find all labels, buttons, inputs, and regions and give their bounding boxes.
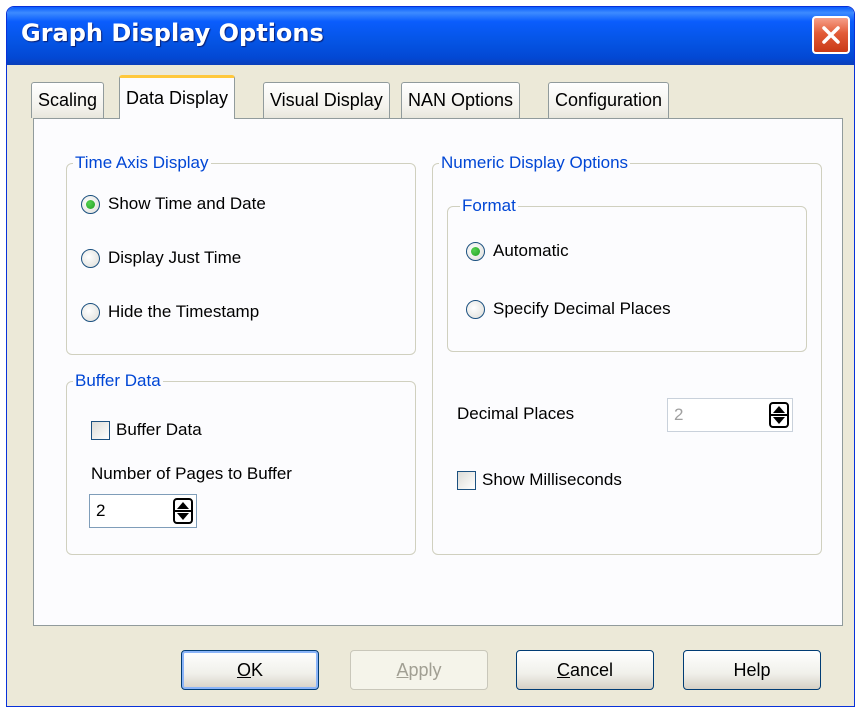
spin-up-icon[interactable] xyxy=(177,502,189,509)
spin-down-icon[interactable] xyxy=(773,417,785,424)
buffer-data-group-title: Buffer Data xyxy=(73,371,163,391)
cancel-button[interactable]: Cancel xyxy=(516,650,654,690)
radio-specify-decimal-places[interactable]: Specify Decimal Places xyxy=(466,299,671,319)
tab-nan-options[interactable]: NAN Options xyxy=(401,82,521,118)
spin-up-icon[interactable] xyxy=(773,406,785,413)
decimal-places-spinner[interactable]: 2 xyxy=(667,398,793,432)
radio-display-just-time[interactable]: Display Just Time xyxy=(81,248,241,268)
radio-button-checked[interactable] xyxy=(81,194,100,214)
tab-panel-data-display: Time Axis Display Show Time and Date Dis… xyxy=(33,118,843,626)
pages-to-buffer-label: Number of Pages to Buffer xyxy=(91,464,292,483)
show-milliseconds-label: Show Milliseconds xyxy=(482,470,622,489)
radio-label: Display Just Time xyxy=(108,248,242,267)
radio-button[interactable] xyxy=(81,248,100,268)
help-button[interactable]: Help xyxy=(683,650,821,690)
pages-to-buffer-spinner[interactable]: 2 xyxy=(89,494,197,528)
decimal-places-value[interactable]: 2 xyxy=(674,405,683,425)
radio-automatic[interactable]: Automatic xyxy=(466,241,569,261)
time-axis-group: Time Axis Display Show Time and Date Dis… xyxy=(66,153,416,355)
tab-configuration[interactable]: Configuration xyxy=(548,82,670,118)
ok-button[interactable]: OK xyxy=(181,650,319,690)
numeric-display-group: Numeric Display Options Format Automatic… xyxy=(432,153,822,555)
spin-arrows-icon[interactable] xyxy=(173,498,193,524)
radio-hide-timestamp[interactable]: Hide the Timestamp xyxy=(81,302,259,322)
dialog-window: Graph Display Options Scaling Data Displ… xyxy=(6,6,855,707)
show-milliseconds-checkbox-row[interactable]: Show Milliseconds xyxy=(457,470,622,490)
buffer-data-checkbox-row[interactable]: Buffer Data xyxy=(91,420,202,440)
tab-scaling[interactable]: Scaling xyxy=(31,82,105,118)
radio-button[interactable] xyxy=(466,299,485,319)
tab-visual-display[interactable]: Visual Display xyxy=(263,82,390,118)
pages-to-buffer-value[interactable]: 2 xyxy=(96,501,105,521)
close-button[interactable] xyxy=(812,16,850,54)
close-icon xyxy=(822,26,840,44)
buffer-data-checkbox-label: Buffer Data xyxy=(116,420,202,439)
radio-button[interactable] xyxy=(81,302,100,322)
radio-show-time-and-date[interactable]: Show Time and Date xyxy=(81,194,266,214)
numeric-display-group-title: Numeric Display Options xyxy=(439,153,631,173)
spin-arrows-icon[interactable] xyxy=(769,402,789,428)
buffer-data-group: Buffer Data Buffer Data Number of Pages … xyxy=(66,371,416,555)
buffer-data-checkbox[interactable] xyxy=(91,420,110,440)
radio-button-checked[interactable] xyxy=(466,241,485,261)
radio-label: Automatic xyxy=(493,241,569,260)
show-milliseconds-checkbox[interactable] xyxy=(457,470,476,490)
window-title: Graph Display Options xyxy=(21,19,324,47)
radio-label: Hide the Timestamp xyxy=(108,302,260,321)
format-group-title: Format xyxy=(460,196,518,216)
format-group: Format Automatic Specify Decimal Places xyxy=(447,196,807,352)
radio-label: Show Time and Date xyxy=(108,194,266,213)
time-axis-group-title: Time Axis Display xyxy=(73,153,211,173)
radio-label: Specify Decimal Places xyxy=(493,299,671,318)
spin-down-icon[interactable] xyxy=(177,513,189,520)
apply-button[interactable]: Apply xyxy=(350,650,488,690)
title-bar[interactable]: Graph Display Options xyxy=(7,7,854,65)
decimal-places-label: Decimal Places xyxy=(457,404,575,423)
tab-data-display[interactable]: Data Display xyxy=(119,75,236,119)
